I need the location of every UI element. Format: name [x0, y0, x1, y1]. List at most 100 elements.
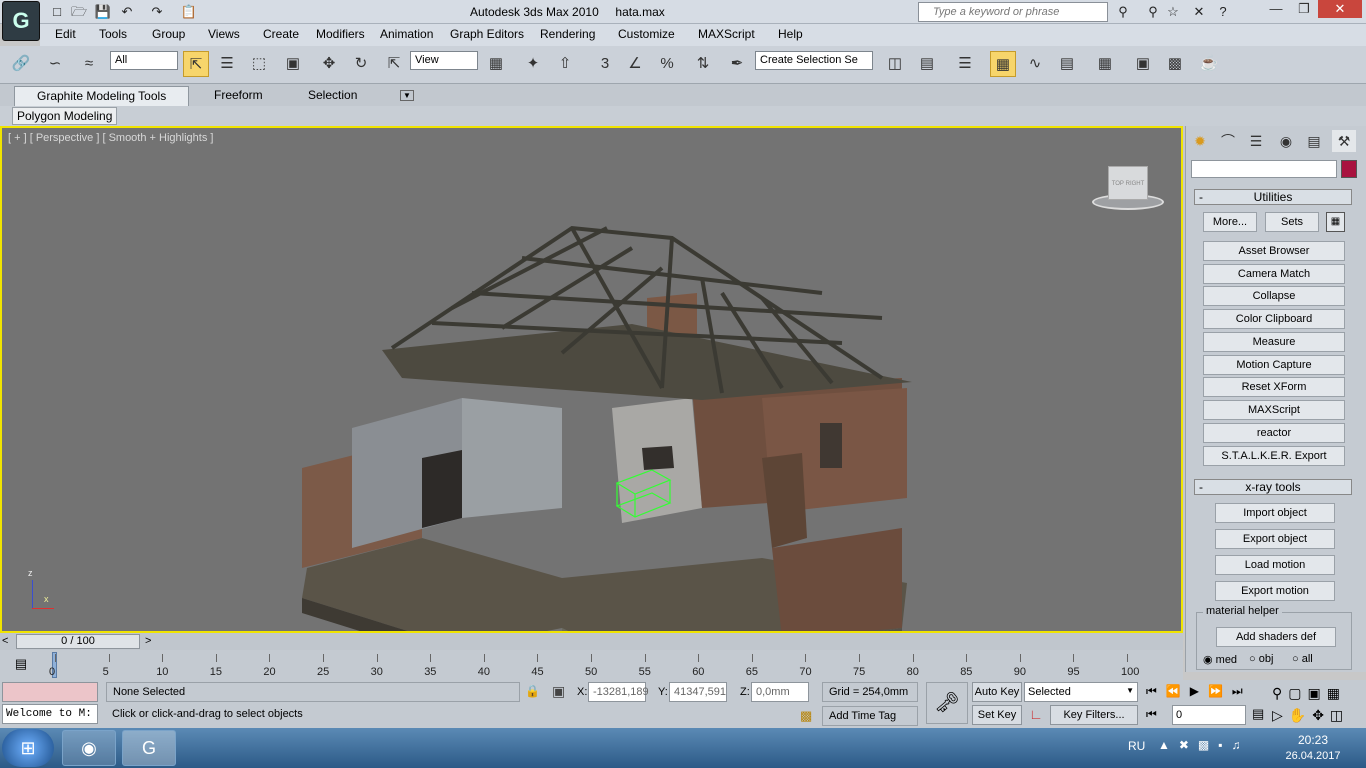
rendered-frame-window-icon[interactable]: ▩ — [1162, 51, 1188, 77]
system-tray-icons[interactable]: ▲✖▩▪♫ — [1158, 738, 1250, 752]
menu-graph-editors[interactable]: Graph Editors — [450, 27, 524, 41]
time-next-icon[interactable]: > — [145, 635, 151, 647]
key-mode-dropdown[interactable]: Selected ▼ — [1024, 682, 1138, 702]
utilities-rollout-header[interactable]: - Utilities — [1194, 189, 1352, 205]
radio-obj[interactable]: ○ obj — [1249, 653, 1273, 665]
color-clipboard-button[interactable]: Color Clipboard — [1203, 309, 1345, 329]
more-utilities-button[interactable]: More... — [1203, 212, 1257, 232]
stalker-export-button[interactable]: S.T.A.L.K.E.R. Export — [1203, 446, 1345, 466]
display-panel-icon[interactable]: ▤ — [1302, 130, 1326, 152]
pivot-center-icon[interactable]: ▦ — [483, 51, 509, 77]
auto-key-button[interactable]: Auto Key — [972, 682, 1022, 702]
tab-selection[interactable]: Selection — [298, 87, 367, 103]
absolute-mode-icon[interactable]: ▣ — [552, 683, 565, 700]
reactor-button[interactable]: reactor — [1203, 423, 1345, 443]
selection-lock-icon[interactable]: 🔒 — [525, 684, 540, 698]
help-icon[interactable]: ? — [1214, 4, 1232, 20]
modify-panel-icon[interactable]: ⌒ — [1216, 130, 1240, 152]
menu-animation[interactable]: Animation — [380, 27, 433, 41]
edit-named-selection-icon[interactable]: ✒ — [724, 51, 750, 77]
mirror-icon[interactable]: ◫ — [882, 51, 908, 77]
z-coordinate-field[interactable]: 0,0mm — [751, 682, 809, 702]
graphite-toggle-icon[interactable]: ▦ — [990, 51, 1016, 77]
project-folder-icon[interactable]: 📋 — [180, 4, 198, 20]
link-icon[interactable]: 🔗 — [8, 51, 34, 77]
object-name-field[interactable] — [1191, 160, 1337, 178]
named-selection-sets-dropdown[interactable]: Create Selection Se — [755, 51, 873, 70]
menu-customize[interactable]: Customize — [618, 27, 675, 41]
playback-controls[interactable]: ⏮⏪▶⏩⏭ — [1146, 684, 1252, 699]
key-mode-toggle-icon[interactable]: ⏮ — [1146, 707, 1157, 722]
menu-views[interactable]: Views — [208, 27, 240, 41]
asset-browser-button[interactable]: Asset Browser — [1203, 241, 1345, 261]
load-motion-button[interactable]: Load motion — [1215, 555, 1335, 575]
xray-tools-rollout-header[interactable]: - x-ray tools — [1194, 479, 1352, 495]
time-configuration-icon[interactable]: ▤ — [1252, 706, 1264, 722]
time-tag-icon[interactable]: ▩ — [800, 708, 812, 724]
search-input[interactable]: Type a keyword or phrase — [918, 2, 1108, 22]
ribbon-panel-polygon-modeling[interactable]: Polygon Modeling — [12, 107, 118, 125]
select-object-icon[interactable]: ⇱ — [183, 51, 209, 77]
align-icon[interactable]: ▤ — [914, 51, 940, 77]
menu-rendering[interactable]: Rendering — [540, 27, 595, 41]
render-teapot-icon[interactable]: ☕ — [1196, 51, 1222, 77]
communication-center-icon[interactable]: ⚲ — [1144, 4, 1162, 20]
redo-icon[interactable]: ↷ — [148, 4, 166, 20]
unlink-icon[interactable]: ∽ — [42, 51, 68, 77]
rectangular-selection-icon[interactable]: ⬚ — [246, 51, 272, 77]
import-object-button[interactable]: Import object — [1215, 503, 1335, 523]
menu-edit[interactable]: Edit — [55, 27, 76, 41]
create-panel-icon[interactable]: ✹ — [1188, 130, 1212, 152]
start-button[interactable]: ⊞ — [2, 729, 54, 767]
clock-date[interactable]: 26.04.2017 — [1278, 750, 1348, 762]
tools-icon[interactable]: ✕ — [1190, 4, 1208, 20]
bind-space-warp-icon[interactable]: ≈ — [76, 51, 102, 77]
select-by-name-icon[interactable]: ☰ — [214, 51, 240, 77]
selection-filter-dropdown[interactable]: All — [110, 51, 178, 70]
curve-editor-icon[interactable]: ∿ — [1022, 51, 1048, 77]
rotate-icon[interactable]: ↻ — [348, 51, 374, 77]
new-file-icon[interactable]: □ — [48, 4, 66, 20]
tab-freeform[interactable]: Freeform — [204, 87, 273, 103]
language-indicator[interactable]: RU — [1128, 739, 1145, 753]
material-editor-icon[interactable]: ▦ — [1092, 51, 1118, 77]
add-time-tag-button[interactable]: Add Time Tag — [822, 706, 918, 726]
render-setup-icon[interactable]: ▣ — [1130, 51, 1156, 77]
reset-xform-button[interactable]: Reset XForm — [1203, 377, 1345, 397]
object-color-swatch[interactable] — [1341, 160, 1357, 178]
snaps-toggle-icon[interactable]: 3 — [592, 51, 618, 77]
key-filters-button[interactable]: Key Filters... — [1050, 705, 1138, 725]
percent-snap-icon[interactable]: % — [654, 51, 680, 77]
move-icon[interactable]: ✥ — [316, 51, 342, 77]
time-slider-thumb[interactable]: 0 / 100 — [16, 634, 140, 649]
default-tangent-icon[interactable]: ∟ — [1026, 706, 1046, 726]
maxscript-button[interactable]: MAXScript — [1203, 400, 1345, 420]
scale-icon[interactable]: ⇱ — [381, 51, 407, 77]
motion-capture-button[interactable]: Motion Capture — [1203, 355, 1345, 375]
motion-panel-icon[interactable]: ◉ — [1274, 130, 1298, 152]
angle-snap-icon[interactable]: ∠ — [622, 51, 648, 77]
reference-coordinate-dropdown[interactable]: View — [410, 51, 478, 70]
time-prev-icon[interactable]: < — [2, 635, 8, 647]
radio-all[interactable]: ○ all — [1292, 653, 1313, 665]
undo-icon[interactable]: ↶ — [118, 4, 136, 20]
tab-graphite-modeling-tools[interactable]: Graphite Modeling Tools — [14, 86, 190, 106]
keyboard-shortcut-icon[interactable]: ⇧ — [552, 51, 578, 77]
set-key-icon[interactable]: 🗝 — [926, 682, 968, 724]
camera-match-button[interactable]: Camera Match — [1203, 264, 1345, 284]
viewcube-icon[interactable]: TOP RIGHT — [1092, 166, 1164, 210]
chrome-taskbar-icon[interactable]: ◉ — [62, 730, 116, 766]
maxscript-listener-mini[interactable] — [2, 682, 98, 702]
menu-modifiers[interactable]: Modifiers — [316, 27, 365, 41]
set-key-button[interactable]: Set Key — [972, 705, 1022, 725]
schematic-view-icon[interactable]: ▤ — [1054, 51, 1080, 77]
measure-button[interactable]: Measure — [1203, 332, 1345, 352]
minimize-button[interactable]: — — [1262, 0, 1290, 18]
utilities-panel-icon[interactable]: ⚒ — [1332, 130, 1356, 152]
maximize-button[interactable]: ❐ — [1290, 0, 1318, 18]
select-manipulate-icon[interactable]: ✦ — [520, 51, 546, 77]
listener-output[interactable]: Welcome to M: — [2, 704, 98, 724]
menu-group[interactable]: Group — [152, 27, 185, 41]
3dsmax-taskbar-icon[interactable]: G — [122, 730, 176, 766]
window-crossing-icon[interactable]: ▣ — [280, 51, 306, 77]
